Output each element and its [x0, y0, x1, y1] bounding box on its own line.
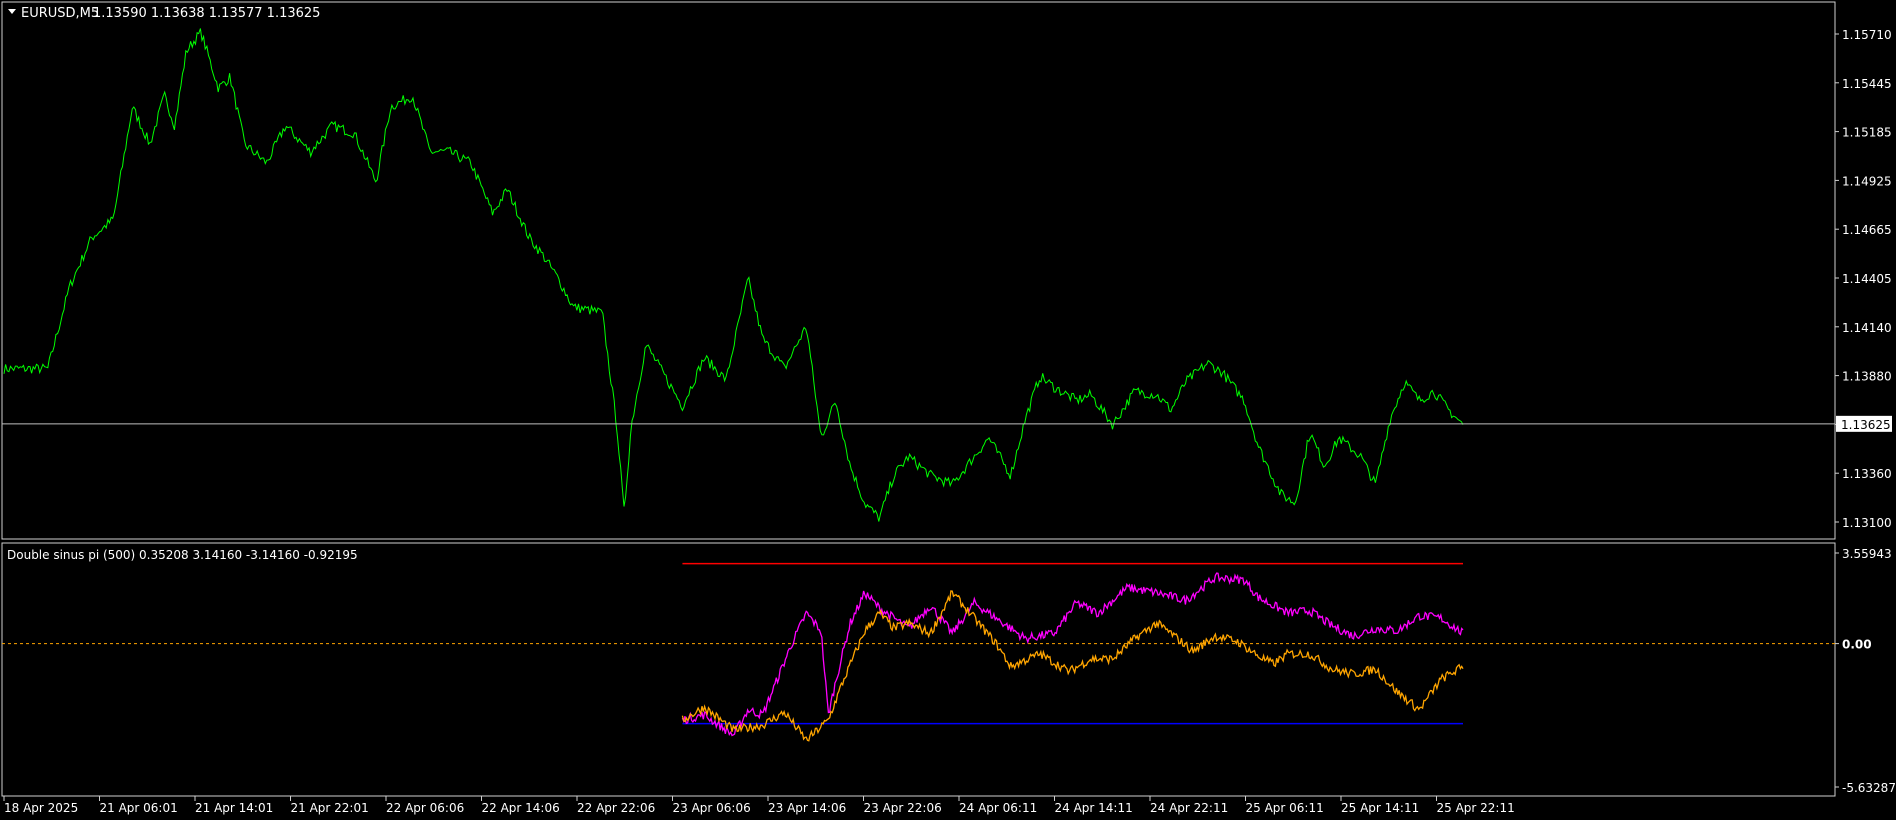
time-tick-label: 25 Apr 06:11 — [1246, 801, 1324, 815]
time-tick-label: 23 Apr 22:06 — [864, 801, 942, 815]
price-tick-label: 1.13100 — [1842, 516, 1892, 530]
indicator-tick-label: 3.55943 — [1842, 547, 1892, 561]
price-tick-label: 1.13880 — [1842, 370, 1892, 384]
price-tick-label: 1.15445 — [1842, 77, 1892, 91]
time-tick-label: 21 Apr 14:01 — [195, 801, 273, 815]
price-tick-label: 1.14405 — [1842, 272, 1892, 286]
price-tick-label: 1.14925 — [1842, 174, 1892, 188]
current-price-tag: 1.13625 — [1836, 415, 1892, 432]
indicator-title: Double sinus pi (500) 0.35208 3.14160 -3… — [7, 548, 358, 562]
time-tick-label: 21 Apr 22:01 — [291, 801, 369, 815]
price-tick-label: 1.13360 — [1842, 467, 1892, 481]
background — [0, 0, 1896, 820]
price-tick-label: 1.14665 — [1842, 223, 1892, 237]
time-tick-label: 22 Apr 22:06 — [577, 801, 655, 815]
time-tick-label: 25 Apr 22:11 — [1437, 801, 1515, 815]
time-tick-label: 24 Apr 06:11 — [959, 801, 1037, 815]
price-tick-label: 1.15710 — [1842, 28, 1892, 42]
price-tick-label: 1.15185 — [1842, 126, 1892, 140]
price-tick-label: 1.14140 — [1842, 321, 1892, 335]
indicator-tick-label: 0.00 — [1842, 638, 1872, 652]
time-tick-label: 21 Apr 06:01 — [100, 801, 178, 815]
chart-root: 1.15710 1.15445 1.15185 1.14925 1.14665 1.144… — [0, 0, 1896, 820]
time-tick-label: 23 Apr 14:06 — [768, 801, 846, 815]
time-tick-label: 25 Apr 14:11 — [1341, 801, 1419, 815]
time-tick-label: 22 Apr 14:06 — [482, 801, 560, 815]
time-tick-label: 24 Apr 14:11 — [1055, 801, 1133, 815]
ohlc-label: 1.13590 1.13638 1.13577 1.13625 — [93, 6, 320, 21]
current-price-tag-text: 1.13625 — [1841, 418, 1891, 432]
symbol-label: EURUSD,M5 — [21, 6, 99, 21]
time-tick-label: 24 Apr 22:11 — [1150, 801, 1228, 815]
indicator-tick-label: -5.63287 — [1842, 781, 1896, 795]
time-tick-label: 18 Apr 2025 — [4, 801, 78, 815]
time-tick-label: 23 Apr 06:06 — [673, 801, 751, 815]
time-tick-label: 22 Apr 06:06 — [386, 801, 464, 815]
